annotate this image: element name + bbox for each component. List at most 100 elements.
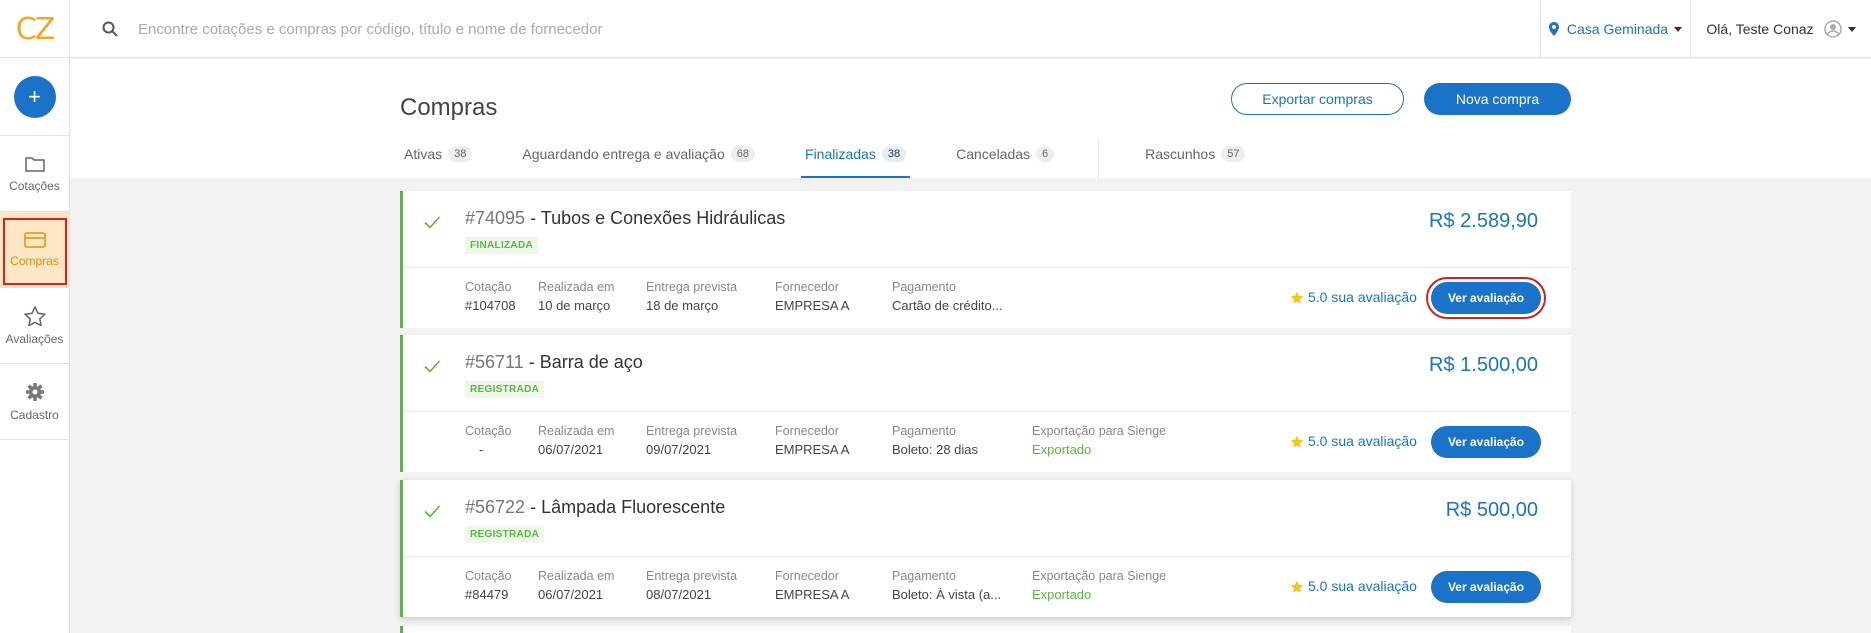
check-icon	[424, 505, 441, 518]
tab-finalizadas[interactable]: Finalizadas 38	[801, 138, 911, 178]
export-purchases-button[interactable]: Exportar compras	[1231, 83, 1404, 115]
field-label: Entrega prevista	[646, 280, 738, 294]
check-icon	[424, 360, 441, 373]
field-value: EMPRESA A	[775, 442, 850, 457]
rating[interactable]: 5.0 sua avaliação	[1290, 289, 1417, 305]
tab-count: 38	[448, 146, 473, 162]
top-bar: CZ Casa Geminada Olá, Teste Conaz	[0, 0, 1871, 58]
view-rating-button[interactable]: Ver avaliação	[1431, 426, 1541, 458]
purchase-name: - Barra de aço	[528, 352, 643, 372]
rating[interactable]: 5.0 sua avaliação	[1290, 433, 1417, 449]
sidebar-item-cadastro[interactable]: Cadastro	[0, 364, 69, 440]
rating-suffix: sua avaliação	[1331, 289, 1417, 305]
field-fornecedor: Fornecedor EMPRESA A	[775, 280, 849, 313]
field-cotacao: Cotação -	[465, 424, 512, 457]
field-realizada: Realizada em 06/07/2021	[538, 424, 614, 457]
status-badge: REGISTRADA	[465, 381, 545, 398]
purchase-card-header: #74095 - Tubos e Conexões Hidráulicas FI…	[403, 191, 1571, 268]
field-label: Entrega prevista	[646, 569, 738, 583]
field-value: Boleto: 28 dias	[892, 442, 979, 457]
field-cotacao: Cotação #104708	[465, 280, 516, 313]
gear-icon	[25, 382, 44, 401]
tab-divider	[1098, 140, 1100, 178]
purchase-code: #74095	[465, 208, 526, 228]
sidebar-item-cotacoes[interactable]: Cotações	[0, 136, 69, 212]
folder-icon	[24, 156, 45, 172]
field-pagamento: Pagamento Cartão de crédito...	[892, 280, 1003, 313]
app-logo[interactable]: CZ	[0, 0, 70, 58]
tab-canceladas[interactable]: Canceladas 6	[952, 138, 1058, 178]
field-label: Pagamento	[892, 424, 956, 438]
rating-suffix: sua avaliação	[1331, 433, 1417, 449]
avatar-icon	[1823, 20, 1842, 38]
add-button[interactable]: +	[13, 75, 56, 118]
purchase-card[interactable]: #56722 - Lâmpada Fluorescente REGISTRADA…	[400, 480, 1571, 617]
status-badge: FINALIZADA	[465, 237, 538, 254]
field-label: Realizada em	[538, 424, 615, 438]
tab-rascunhos[interactable]: Rascunhos 57	[1141, 138, 1249, 178]
new-purchase-button[interactable]: Nova compra	[1424, 83, 1571, 115]
tab-aguardando[interactable]: Aguardando entrega e avaliação 68	[518, 138, 759, 178]
purchase-card-details: Cotação #84479 Realizada em 06/07/2021 Ent…	[403, 557, 1571, 617]
tabs: Ativas 38 Aguardando entrega e avaliação 6…	[400, 138, 1291, 178]
purchase-title[interactable]: #74095 - Tubos e Conexões Hidráulicas	[465, 208, 785, 229]
tab-ativas[interactable]: Ativas 38	[400, 138, 476, 178]
field-value: Cartão de crédito...	[892, 298, 1003, 313]
field-label: Entrega prevista	[646, 424, 738, 438]
tab-label: Rascunhos	[1145, 146, 1216, 162]
check-icon	[424, 216, 441, 229]
purchase-title[interactable]: #56711 - Barra de aço	[465, 352, 643, 373]
user-menu[interactable]: Olá, Teste Conaz	[1690, 0, 1871, 58]
field-value: Boleto: À vista (a...	[892, 587, 1002, 602]
sidebar-item-label: Avaliações	[5, 331, 64, 346]
tab-count: 57	[1221, 146, 1246, 162]
field-value: #84479	[465, 587, 509, 602]
field-fornecedor: Fornecedor EMPRESA A	[775, 569, 849, 602]
field-label: Realizada em	[538, 569, 615, 583]
purchase-card[interactable]: #56711 - Barra de aço REGISTRADA R$ 1.50…	[400, 335, 1571, 472]
purchase-name: - Tubos e Conexões Hidráulicas	[530, 208, 786, 228]
rating-value: 5.0	[1308, 289, 1328, 305]
field-value: -	[479, 442, 484, 457]
rating-suffix: sua avaliação	[1331, 578, 1417, 594]
field-label: Fornecedor	[775, 280, 839, 294]
field-value: Exportado	[1032, 587, 1092, 602]
location-selector[interactable]: Casa Geminada	[1540, 0, 1690, 58]
purchase-price: R$ 1.500,00	[1429, 354, 1538, 376]
view-rating-button[interactable]: Ver avaliação	[1431, 571, 1541, 603]
field-label: Pagamento	[892, 569, 956, 583]
purchase-card[interactable]: #74095 - Tubos e Conexões Hidráulicas FI…	[400, 191, 1571, 328]
rating[interactable]: 5.0 sua avaliação	[1290, 578, 1417, 594]
field-label: Exportação para Sienge	[1032, 424, 1167, 438]
sidebar-item-compras[interactable]: Compras	[0, 212, 69, 288]
field-fornecedor: Fornecedor EMPRESA A	[775, 424, 849, 457]
field-value: #104708	[465, 298, 516, 313]
purchase-card-details: Cotação - Realizada em 06/07/2021 Entrega …	[403, 412, 1571, 472]
field-value: 18 de março	[646, 298, 719, 313]
field-value: 08/07/2021	[646, 587, 712, 602]
tab-count: 68	[730, 146, 756, 162]
search-bar	[70, 0, 1540, 58]
field-entrega: Entrega prevista 08/07/2021	[646, 569, 737, 602]
tab-count: 6	[1036, 146, 1055, 162]
purchase-name: - Lâmpada Fluorescente	[530, 497, 726, 517]
star-icon	[23, 305, 46, 326]
field-realizada: Realizada em 10 de março	[538, 280, 614, 313]
field-value: EMPRESA A	[775, 587, 850, 602]
page-title: Compras	[400, 94, 498, 121]
tab-label: Ativas	[404, 146, 443, 162]
purchase-title[interactable]: #56722 - Lâmpada Fluorescente	[465, 497, 725, 518]
sidebar: + Cotações Compras Avaliações Cadastro	[0, 58, 70, 633]
field-entrega: Entrega prevista 09/07/2021	[646, 424, 737, 457]
field-value: Exportado	[1032, 442, 1092, 457]
star-filled-icon	[1290, 291, 1304, 304]
view-rating-button[interactable]: Ver avaliação	[1426, 277, 1546, 319]
tab-label: Canceladas	[956, 146, 1031, 162]
purchase-card-details: Cotação #104708 Realizada em 10 de março E…	[403, 268, 1571, 328]
purchase-card[interactable]	[400, 626, 1571, 633]
field-pagamento: Pagamento Boleto: À vista (a...	[892, 569, 1001, 602]
field-value: 10 de março	[538, 298, 611, 313]
user-greeting: Olá, Teste Conaz	[1706, 21, 1814, 37]
sidebar-item-avaliacoes[interactable]: Avaliações	[0, 288, 69, 364]
search-input[interactable]	[138, 20, 1038, 38]
